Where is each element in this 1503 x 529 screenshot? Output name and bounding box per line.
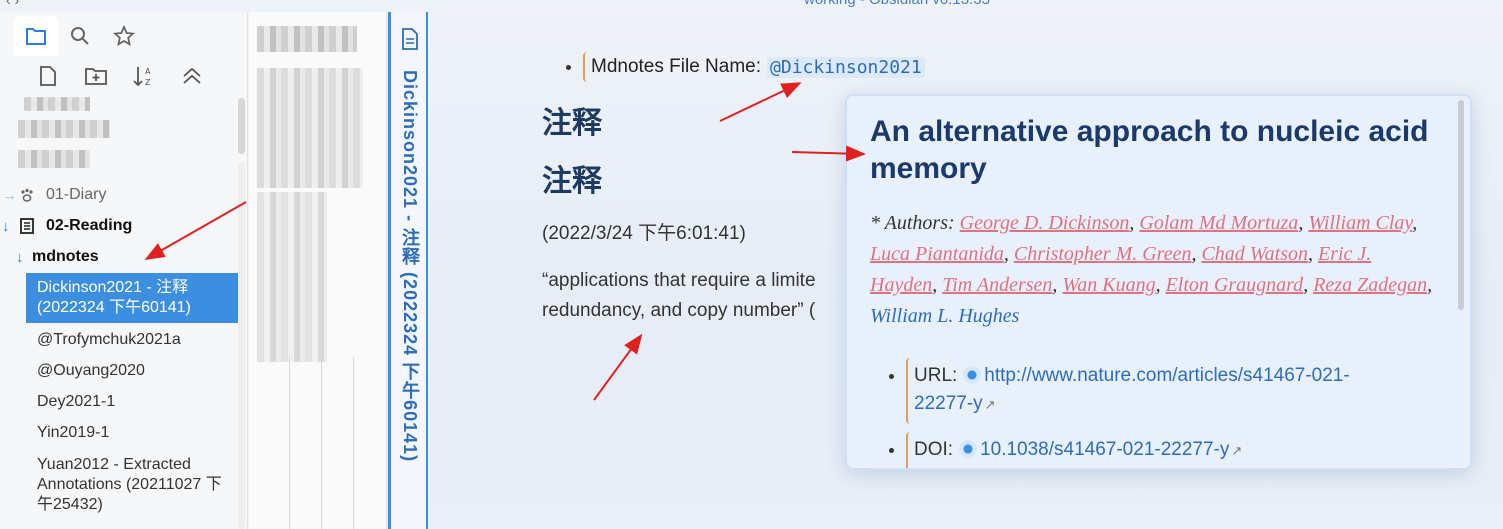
bullet: [889, 374, 894, 379]
blurred-item: [18, 120, 110, 138]
popover-title: An alternative approach to nucleic acid …: [870, 115, 1429, 185]
blurred-item: [24, 97, 90, 111]
folder-label: 01-Diary: [46, 186, 107, 203]
star-icon: [113, 25, 135, 46]
popover-scrollbar[interactable]: [1458, 100, 1464, 310]
divider: [353, 357, 354, 529]
title-bar: ‹ › working - Obsidian v0.13.33: [0, 0, 1503, 12]
svg-text:A: A: [145, 67, 151, 76]
blurred-item: [257, 192, 327, 362]
tab-starred[interactable]: [102, 16, 146, 56]
tab-file-explorer[interactable]: [14, 16, 58, 56]
file-item[interactable]: Dey2021-1: [26, 392, 238, 412]
external-link-icon: ↗: [984, 397, 996, 412]
external-link-icon: ↗: [1231, 443, 1243, 458]
folder-mdnotes[interactable]: ↓ mdnotes: [16, 244, 99, 270]
file-item-active[interactable]: Dickinson2021 - 注释 (2022324 下午60141): [26, 273, 238, 323]
chevron-right-icon: →: [2, 186, 17, 204]
blurred-item: [257, 68, 363, 188]
doi-label: DOI:: [914, 439, 954, 460]
authors-label: * Authors:: [870, 212, 955, 234]
author-link[interactable]: Christopher M. Green: [1014, 243, 1192, 265]
new-folder-icon: [85, 68, 107, 85]
authors-list: * Authors: George D. Dickinson, Golam Md…: [870, 212, 1433, 327]
author-link[interactable]: George D. Dickinson: [960, 212, 1130, 234]
new-note-icon: [40, 66, 56, 86]
file-explorer-sidebar: AZ → 01-Diary ↓ 02-Reading ↓ mdnotes Dic…: [0, 12, 248, 529]
nav-arrows[interactable]: ‹ ›: [6, 0, 19, 8]
author-link[interactable]: Golam Md Mortuza: [1139, 212, 1298, 234]
file-item[interactable]: Yin2019-1: [26, 423, 238, 443]
tab-search[interactable]: [58, 16, 102, 56]
file-item[interactable]: Yuan2012 - Extracted Annotations (202110…: [26, 455, 226, 515]
new-note-button[interactable]: [36, 64, 60, 88]
tab-title: Dickinson2021 - 注释 (2022324 下午60141): [400, 70, 420, 463]
mdnotes-link[interactable]: @Dickinson2021: [767, 56, 925, 78]
author-link[interactable]: Luca Piantanida: [870, 243, 1004, 265]
link-preview-popover[interactable]: An alternative approach to nucleic acid …: [845, 94, 1472, 470]
blurred-pane: [249, 12, 387, 529]
search-icon: [71, 27, 89, 45]
author-link[interactable]: Reza Zadegan: [1313, 274, 1427, 296]
sort-button[interactable]: AZ: [132, 64, 156, 88]
bullet: [889, 448, 894, 453]
folder-label: mdnotes: [32, 248, 99, 265]
sidebar-tabs: [14, 16, 146, 60]
folder-icon: [26, 28, 46, 45]
sidebar-actions: AZ: [36, 64, 204, 88]
author-link[interactable]: William L. Hughes: [870, 305, 1019, 327]
sidebar-scrollbar-track[interactable]: [238, 162, 245, 529]
chevron-down-icon: ↓: [2, 217, 10, 235]
bracket-marker: [906, 358, 912, 424]
author-link[interactable]: William Clay: [1308, 212, 1412, 234]
globe-icon: [963, 366, 982, 384]
chevron-down-icon: ↓: [16, 248, 24, 266]
author-link[interactable]: Tim Andersen: [942, 274, 1052, 296]
blurred-item: [257, 26, 357, 52]
tab-header-vertical[interactable]: Dickinson2021 - 注释 (2022324 下午60141): [388, 12, 428, 529]
heading-annotations: 注释: [542, 107, 602, 140]
svg-text:Z: Z: [145, 78, 151, 87]
url-link-continued[interactable]: 22277-y: [914, 393, 983, 414]
new-folder-button[interactable]: [84, 64, 108, 88]
bracket-marker: [906, 432, 912, 468]
folder-02-reading[interactable]: ↓ 02-Reading: [2, 213, 132, 239]
mdnotes-line: Mdnotes File Name: @Dickinson2021: [566, 52, 925, 82]
sidebar-scrollbar-thumb[interactable]: [238, 98, 245, 154]
author-link[interactable]: Wan Kuang: [1062, 274, 1155, 296]
bracket-marker: [583, 52, 589, 82]
annotation-quote: “applications that require a limite redu…: [542, 266, 842, 326]
doi-content: DOI: 10.1038/s41467-021-22277-y ↗: [914, 436, 1242, 465]
author-link[interactable]: Chad Watson: [1201, 243, 1308, 265]
globe-icon: [959, 440, 978, 458]
paw-icon: [18, 186, 36, 204]
collapse-all-icon: [183, 67, 201, 84]
url-label: URL:: [914, 365, 958, 386]
url-link[interactable]: http://www.nature.com/articles/s41467-02…: [984, 365, 1349, 386]
document-icon: [402, 28, 418, 50]
sort-icon: AZ: [133, 67, 151, 87]
quote-line: “applications that require a limite: [542, 270, 816, 291]
window-title: working - Obsidian v0.13.33: [804, 0, 990, 8]
folder-label: 02-Reading: [46, 217, 133, 234]
heading-annotations-2: 注释: [542, 165, 602, 198]
url-content: URL: http://www.nature.com/articles/s4146…: [914, 362, 1350, 419]
bullet: [566, 64, 571, 70]
doi-item: DOI: 10.1038/s41467-021-22277-y ↗: [889, 432, 1242, 468]
file-item[interactable]: @Trofymchuk2021a: [26, 330, 238, 350]
doi-link[interactable]: 10.1038/s41467-021-22277-y: [980, 439, 1229, 460]
divider: [289, 357, 290, 529]
book-icon: [18, 217, 36, 235]
divider: [321, 357, 322, 529]
blurred-item: [18, 150, 90, 168]
url-item: URL: http://www.nature.com/articles/s4146…: [889, 358, 1350, 424]
author-link[interactable]: Elton Graugnard: [1166, 274, 1304, 296]
file-item[interactable]: @Ouyang2020: [26, 361, 238, 381]
annotation-date: (2022/3/24 下午6:01:41): [542, 223, 746, 244]
mdnotes-label: Mdnotes File Name:: [591, 56, 762, 77]
collapse-all-button[interactable]: [180, 64, 204, 88]
folder-01-diary[interactable]: → 01-Diary: [2, 182, 106, 208]
quote-line: redundancy, and copy number” (: [542, 300, 816, 321]
